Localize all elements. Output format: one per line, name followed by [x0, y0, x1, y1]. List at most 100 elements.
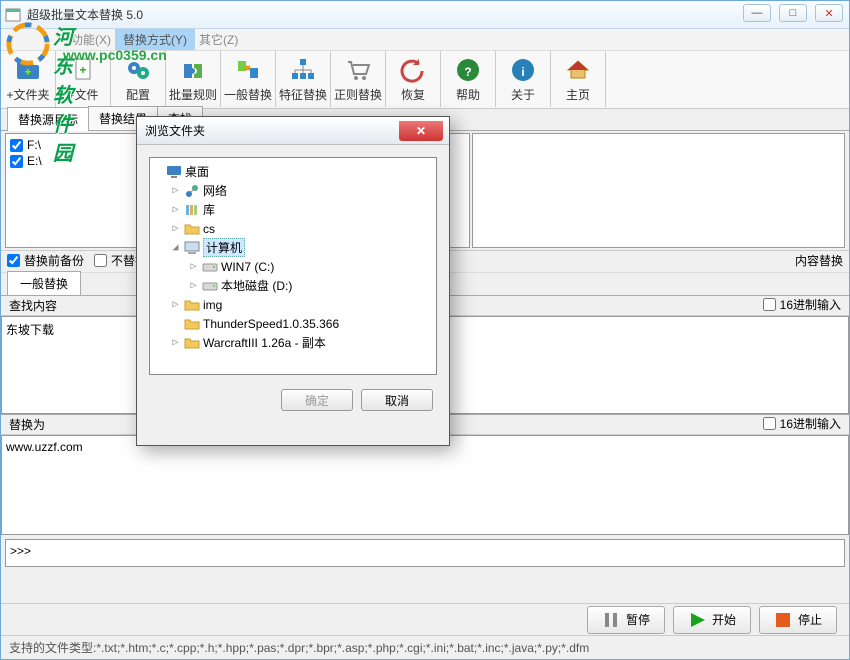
tree-node-label: 网络 — [203, 182, 227, 199]
tree-node-label: 桌面 — [185, 163, 209, 180]
dialog-titlebar[interactable]: 浏览文件夹 ✕ — [137, 117, 449, 145]
source-checkbox[interactable] — [10, 139, 23, 152]
tree-node-label: img — [203, 298, 222, 312]
regex-replace-button[interactable]: 正则替换 — [331, 51, 386, 107]
home-icon — [564, 56, 592, 84]
statusbar-text: 支持的文件类型:*.txt;*.htm;*.c;*.cpp;*.h;*.hpp;… — [9, 639, 589, 656]
help-icon: ? — [454, 56, 482, 84]
tree-node-label: WIN7 (C:) — [221, 260, 274, 274]
svg-text:+: + — [24, 65, 31, 79]
folder-icon — [184, 316, 200, 332]
replace-input[interactable] — [1, 435, 849, 535]
maximize-button[interactable]: □ — [779, 4, 807, 22]
stop-button[interactable]: 停止 — [759, 606, 837, 634]
play-icon — [688, 611, 706, 629]
backup-option[interactable]: 替换前备份 — [7, 252, 84, 269]
drive-icon — [202, 259, 218, 275]
puzzle-icon — [179, 56, 207, 84]
tree-node[interactable]: ▷ 网络 — [152, 181, 434, 200]
folder-plus-icon: + — [14, 56, 42, 84]
swap-icon — [234, 56, 262, 84]
tab-normal-replace[interactable]: 一般替换 — [7, 271, 81, 295]
file-plus-icon: + — [69, 56, 97, 84]
folder-icon — [184, 335, 200, 351]
toolbar: ++文件夹 ++文件 配置 批量规则 一般替换 特征替换 正则替换 恢复 ?帮助… — [1, 51, 849, 109]
content-option[interactable]: 内容替换 — [795, 252, 843, 269]
source-checkbox[interactable] — [10, 155, 23, 168]
expand-icon[interactable]: ▷ — [170, 185, 181, 196]
expand-icon[interactable]: ▷ — [188, 280, 199, 291]
cancel-button[interactable]: 取消 — [361, 389, 433, 411]
menu-function[interactable]: 功能(X) — [71, 31, 111, 48]
start-button[interactable]: 开始 — [673, 606, 751, 634]
tree-node[interactable]: ▷ 本地磁盘 (D:) — [152, 276, 434, 295]
tree-node[interactable]: ▷ WIN7 (C:) — [152, 257, 434, 276]
add-file-button[interactable]: ++文件 — [56, 51, 111, 107]
folder-icon — [184, 297, 200, 313]
home-button[interactable]: 主页 — [551, 51, 606, 107]
ok-button[interactable]: 确定 — [281, 389, 353, 411]
tree-node[interactable]: ▷ img — [152, 295, 434, 314]
expand-icon[interactable]: ▷ — [170, 204, 181, 215]
replace-hex-option[interactable]: 16进制输入 — [763, 415, 841, 432]
menu-other[interactable]: 其它(Z) — [199, 31, 238, 48]
computer-icon — [184, 240, 200, 256]
menu-replacemode[interactable]: 替换方式(Y) — [115, 29, 195, 50]
tree-node-label: ThunderSpeed1.0.35.366 — [203, 317, 339, 331]
network-icon — [184, 183, 200, 199]
search-hex-option[interactable]: 16进制输入 — [763, 296, 841, 313]
statusbar: 支持的文件类型:*.txt;*.htm;*.c;*.cpp;*.h;*.hpp;… — [1, 635, 849, 659]
tree-node[interactable]: ▷ WarcraftIII 1.26a - 副本 — [152, 333, 434, 352]
help-button[interactable]: ?帮助 — [441, 51, 496, 107]
expand-icon[interactable] — [170, 318, 181, 329]
stop-icon — [774, 611, 792, 629]
library-icon — [184, 202, 200, 218]
tree-node[interactable]: ▷库 — [152, 200, 434, 219]
titlebar: 超级批量文本替换 5.0 — □ ✕ — [1, 1, 849, 29]
tree-node-label: cs — [203, 222, 215, 236]
expand-icon[interactable]: ▷ — [188, 261, 199, 272]
expand-icon[interactable]: ▷ — [170, 299, 181, 310]
svg-text:?: ? — [464, 65, 471, 79]
menubar: 功能(X) 替换方式(Y) 其它(Z) — [1, 29, 849, 51]
minimize-button[interactable]: — — [743, 4, 771, 22]
window-title: 超级批量文本替换 5.0 — [27, 6, 143, 23]
tree-node[interactable]: ▷ cs — [152, 219, 434, 238]
tree-node-label: 本地磁盘 (D:) — [221, 277, 292, 294]
pause-button[interactable]: 暂停 — [587, 606, 665, 634]
tab-source-target[interactable]: 替换源目标 — [7, 107, 89, 131]
pause-icon — [602, 611, 620, 629]
tree-node[interactable]: ThunderSpeed1.0.35.366 — [152, 314, 434, 333]
tree-node-label: WarcraftIII 1.26a - 副本 — [203, 334, 326, 351]
add-folder-button[interactable]: ++文件夹 — [1, 51, 56, 107]
restore-button[interactable]: 恢复 — [386, 51, 441, 107]
expand-icon[interactable]: ▷ — [170, 223, 181, 234]
source-preview — [472, 133, 845, 248]
expand-icon[interactable]: ◢ — [170, 242, 181, 253]
undo-icon — [399, 56, 427, 84]
cart-icon — [344, 56, 372, 84]
about-button[interactable]: i关于 — [496, 51, 551, 107]
folder-tree[interactable]: 桌面▷网络▷库▷cs◢计算机▷WIN7 (C:)▷本地磁盘 (D:)▷imgTh… — [149, 157, 437, 375]
tree-node[interactable]: 桌面 — [152, 162, 434, 181]
config-button[interactable]: 配置 — [111, 51, 166, 107]
expand-icon[interactable]: ▷ — [170, 337, 181, 348]
tree-icon — [289, 56, 317, 84]
normal-replace-button[interactable]: 一般替换 — [221, 51, 276, 107]
search-label: 查找内容 — [9, 297, 57, 314]
console[interactable]: >>> — [5, 539, 845, 567]
folder-browser-dialog: 浏览文件夹 ✕ 桌面▷网络▷库▷cs◢计算机▷WIN7 (C:)▷本地磁盘 (D… — [136, 116, 450, 446]
feature-replace-button[interactable]: 特征替换 — [276, 51, 331, 107]
folder-icon — [184, 221, 200, 237]
expand-icon[interactable] — [152, 166, 163, 177]
batch-rule-button[interactable]: 批量规则 — [166, 51, 221, 107]
desktop-icon — [166, 164, 182, 180]
replace-label: 替换为 — [9, 416, 45, 433]
dialog-close-button[interactable]: ✕ — [399, 121, 443, 141]
dialog-title: 浏览文件夹 — [145, 122, 205, 139]
gear-icon — [124, 56, 152, 84]
info-icon: i — [509, 56, 537, 84]
tree-node[interactable]: ◢计算机 — [152, 238, 434, 257]
action-bar: 暂停 开始 停止 — [1, 603, 849, 635]
close-button[interactable]: ✕ — [815, 4, 843, 22]
